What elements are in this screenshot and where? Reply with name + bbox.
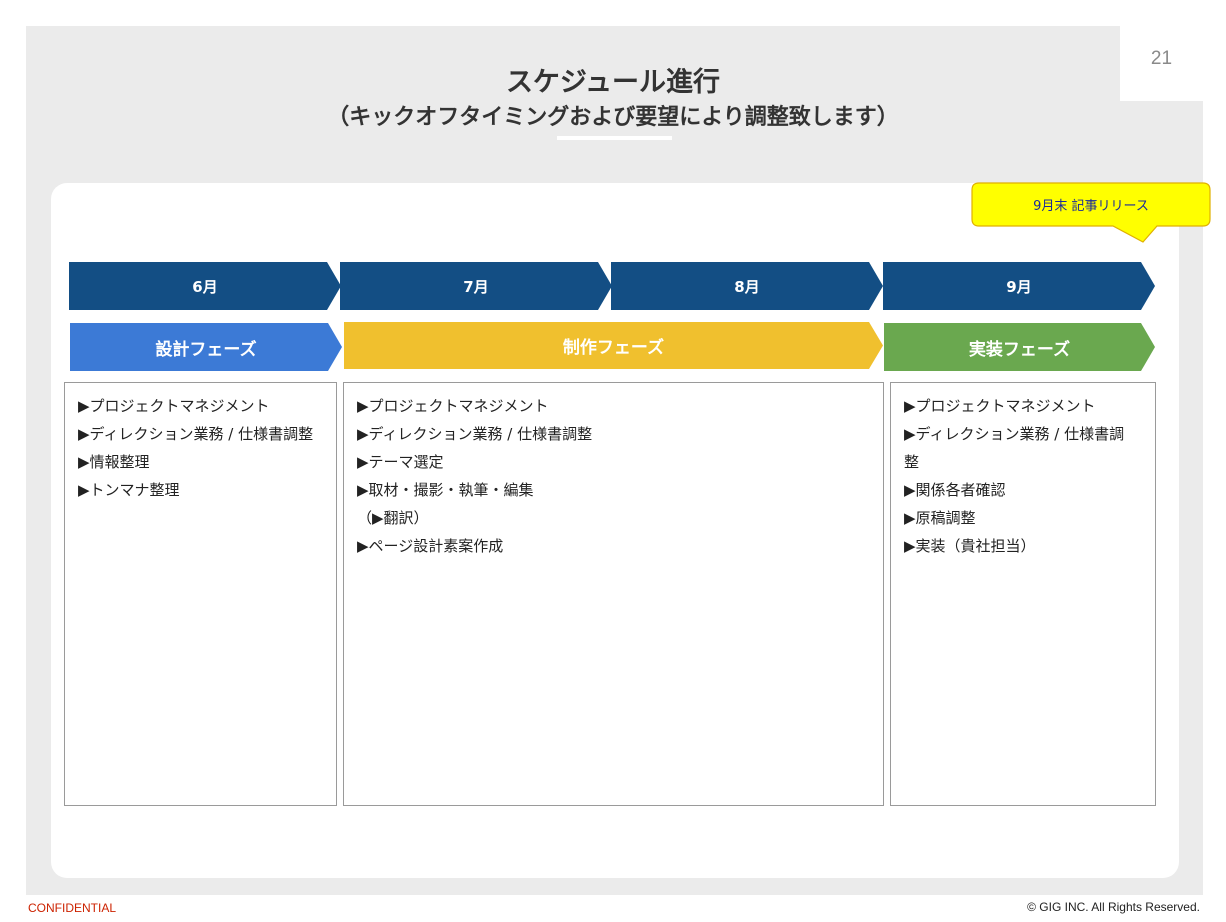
task-item: ▶テーマ選定 [357, 453, 444, 471]
slide-subtitle: （キックオフタイミングおよび要望により調整致します） [327, 105, 899, 130]
task-list: ▶プロジェクトマネジメント ▶ディレクション業務 / 仕様書調整 ▶テーマ選定 … [357, 392, 871, 560]
task-item: ▶情報整理 [78, 453, 150, 471]
task-item: ▶ページ設計素案作成 [357, 537, 504, 555]
callout-text: 9月末 記事リリース [1033, 199, 1149, 214]
task-box-production: ▶プロジェクトマネジメント ▶ディレクション業務 / 仕様書調整 ▶テーマ選定 … [343, 382, 884, 806]
task-item: ▶ディレクション業務 / 仕様書調 [904, 425, 1125, 443]
release-callout: 9月末 記事リリース [971, 182, 1211, 244]
month-label: 6月 [192, 277, 218, 296]
task-item: ▶プロジェクトマネジメント [357, 397, 549, 415]
title-underline [557, 136, 672, 140]
phase-arrow-design: 設計フェーズ [70, 323, 342, 371]
task-item: ▶原稿調整 [904, 509, 976, 527]
month-arrow-august: 8月 [611, 262, 883, 310]
month-label: 7月 [463, 277, 489, 296]
copyright-text: © GIG INC. All Rights Reserved. [1027, 900, 1200, 914]
task-box-design: ▶プロジェクトマネジメント ▶ディレクション業務 / 仕様書調整 ▶情報整理 ▶… [64, 382, 337, 806]
task-item: ▶トンマナ整理 [78, 481, 180, 499]
month-arrow-september: 9月 [883, 262, 1155, 310]
phase-label: 実装フェーズ [968, 339, 1071, 360]
task-item: （▶翻訳） [357, 509, 429, 527]
task-item: 整 [904, 453, 920, 471]
month-arrow-june: 6月 [69, 262, 341, 310]
task-list: ▶プロジェクトマネジメント ▶ディレクション業務 / 仕様書調 整 ▶関係各者確… [904, 392, 1143, 560]
task-item: ▶実装（貴社担当） [904, 537, 1036, 555]
task-box-implementation: ▶プロジェクトマネジメント ▶ディレクション業務 / 仕様書調 整 ▶関係各者確… [890, 382, 1156, 806]
phase-label: 設計フェーズ [155, 339, 257, 360]
phase-arrow-implementation: 実装フェーズ [884, 323, 1155, 371]
task-item: ▶ディレクション業務 / 仕様書調整 [78, 425, 314, 443]
month-arrow-july: 7月 [340, 262, 612, 310]
task-item: ▶ディレクション業務 / 仕様書調整 [357, 425, 593, 443]
task-item: ▶プロジェクトマネジメント [78, 397, 270, 415]
month-label: 9月 [1006, 277, 1032, 296]
task-item: ▶プロジェクトマネジメント [904, 397, 1096, 415]
phase-label: 制作フェーズ [562, 338, 665, 358]
phase-arrow-production: 制作フェーズ [344, 322, 883, 369]
month-label: 8月 [734, 277, 760, 296]
task-item: ▶取材・撮影・執筆・編集 [357, 481, 534, 499]
task-list: ▶プロジェクトマネジメント ▶ディレクション業務 / 仕様書調整 ▶情報整理 ▶… [78, 392, 324, 504]
confidential-label: CONFIDENTIAL [28, 901, 117, 915]
slide-title: スケジュール進行 [505, 67, 721, 98]
task-item: ▶関係各者確認 [904, 481, 1006, 499]
